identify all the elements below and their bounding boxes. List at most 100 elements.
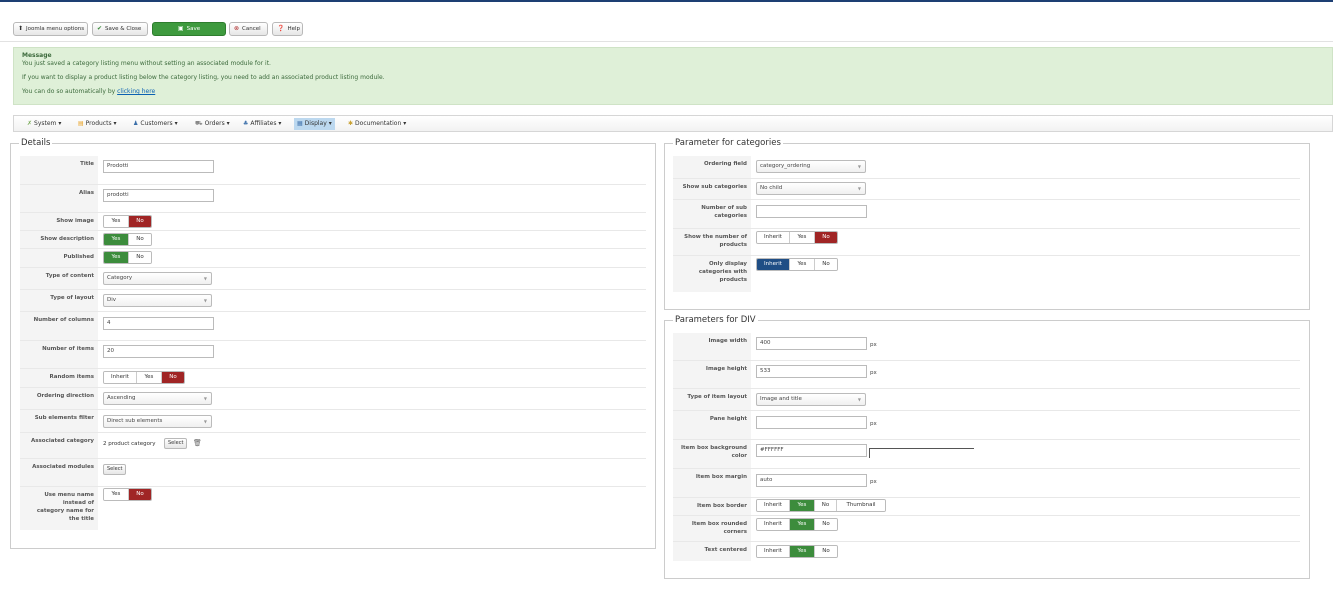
- doc-icon: ✱: [348, 120, 354, 127]
- sub-elements-select[interactable]: Direct sub elements ▼: [103, 415, 212, 428]
- nav-orders[interactable]: ⛟ Orders ▾: [192, 118, 233, 130]
- ordering-field-select[interactable]: category_ordering ▼: [756, 160, 866, 173]
- pane-height-label: Pane height: [673, 411, 751, 439]
- wrench-icon: ✗: [27, 120, 33, 127]
- div-row-sep: [673, 439, 1300, 440]
- assoc-modules-label: Associated modules: [20, 459, 98, 486]
- show-image-toggle[interactable]: Yes No: [103, 215, 152, 228]
- display-icon: ▦: [297, 120, 303, 127]
- help-icon: ❓: [277, 25, 285, 32]
- num-columns-label: Number of columns: [20, 312, 98, 340]
- assoc-category-value: 2 product category: [103, 441, 156, 447]
- details-row-sep: [20, 212, 646, 213]
- show-description-toggle[interactable]: Yes No: [103, 233, 152, 246]
- text-centered-toggle[interactable]: Inherit Yes No: [756, 545, 838, 558]
- only-display-label: Only display categories with products: [673, 256, 751, 292]
- ordering-direction-label: Ordering direction: [20, 388, 98, 409]
- num-sub-categories-label: Number of sub categories: [673, 200, 751, 228]
- type-layout-label: Type of layout: [20, 290, 98, 311]
- nav-customers[interactable]: ♟ Customers ▾: [130, 118, 181, 130]
- use-menu-name-toggle[interactable]: Yes No: [103, 488, 152, 501]
- pane-height-input[interactable]: [756, 416, 867, 429]
- chevron-down-icon: ▼: [857, 164, 861, 169]
- alias-input[interactable]: prodotti: [103, 189, 214, 202]
- image-width-input[interactable]: 400: [756, 337, 867, 350]
- published-toggle[interactable]: Yes No: [103, 251, 152, 264]
- toolbar-divider: [0, 41, 1333, 42]
- item-box-margin-label: Item box margin: [673, 469, 751, 497]
- title-input[interactable]: Prodotti: [103, 160, 214, 173]
- details-legend: Details: [19, 138, 53, 149]
- show-num-products-label: Show the number of products: [673, 229, 751, 255]
- use-menu-name-label: Use menu name instead of category name f…: [20, 487, 98, 530]
- category-row-sep: [673, 228, 1300, 229]
- chevron-down-icon: ▼: [203, 276, 207, 281]
- details-row-sep: [20, 230, 646, 231]
- trash-icon[interactable]: 🗑: [193, 439, 202, 447]
- show-num-products-toggle[interactable]: Inherit Yes No: [756, 231, 838, 244]
- nav-affiliates[interactable]: ♣ Affiliates ▾: [240, 118, 284, 130]
- chevron-down-icon: ▼: [857, 397, 861, 402]
- save-icon: ▣: [177, 25, 184, 32]
- type-content-select[interactable]: Category ▼: [103, 272, 212, 285]
- image-height-input[interactable]: 533: [756, 365, 867, 378]
- item-box-rounded-label: Item box rounded corners: [673, 516, 751, 541]
- toolbar: ⬆ Joomla menu options ✔ Save & Close ▣ Save…: [0, 19, 1333, 41]
- users-icon: ♟: [133, 120, 139, 127]
- only-display-toggle[interactable]: Inherit Yes No: [756, 258, 838, 271]
- item-layout-select[interactable]: Image and title ▼: [756, 393, 866, 406]
- save-button[interactable]: ▣ Save: [152, 22, 226, 36]
- bg-color-input[interactable]: #FFFFFF: [756, 444, 867, 457]
- details-row-sep: [20, 409, 646, 410]
- text-centered-label: Text centered: [673, 542, 751, 561]
- div-row-sep: [673, 410, 1300, 411]
- div-row-sep: [673, 497, 1300, 498]
- type-layout-select[interactable]: Div ▼: [103, 294, 212, 307]
- show-image-label: Show image: [20, 213, 98, 230]
- num-columns-input[interactable]: 4: [103, 317, 214, 330]
- menu-options-button[interactable]: ⬆ Joomla menu options: [13, 22, 88, 36]
- sub-elements-label: Sub elements filter: [20, 410, 98, 432]
- item-box-border-label: Item box border: [673, 498, 751, 515]
- bg-color-label: Item box background color: [673, 440, 751, 468]
- details-row-sep: [20, 340, 646, 341]
- help-button[interactable]: ❓ Help: [272, 22, 303, 36]
- details-row-sep: [20, 248, 646, 249]
- cancel-icon: ⊗: [234, 25, 240, 32]
- chevron-down-icon: ▼: [203, 396, 207, 401]
- ordering-direction-select[interactable]: Ascending ▼: [103, 392, 212, 405]
- nav-display[interactable]: ▦ Display ▾: [294, 118, 335, 130]
- color-picker-swatch[interactable]: [869, 448, 974, 458]
- details-row-sep: [20, 486, 646, 487]
- num-items-input[interactable]: 20: [103, 345, 214, 358]
- show-sub-categories-select[interactable]: No child ▼: [756, 182, 866, 195]
- cart-icon: ⛟: [195, 120, 203, 127]
- chevron-down-icon: ▼: [203, 298, 207, 303]
- details-row-sep: [20, 368, 646, 369]
- nav-system[interactable]: ✗ System ▾: [24, 118, 64, 130]
- assoc-modules-select-button[interactable]: Select: [103, 464, 127, 475]
- clicking-here-link[interactable]: clicking here: [117, 88, 155, 95]
- chevron-down-icon: ▼: [203, 419, 207, 424]
- save-close-button[interactable]: ✔ Save & Close: [92, 22, 148, 36]
- nav-products[interactable]: ▤ Products ▾: [75, 118, 120, 130]
- nav-documentation[interactable]: ✱ Documentation ▾: [345, 118, 409, 130]
- px-unit: px: [870, 421, 877, 427]
- item-box-rounded-toggle[interactable]: Inherit Yes No: [756, 518, 838, 531]
- category-row-sep: [673, 255, 1300, 256]
- item-box-border-toggle[interactable]: Inherit Yes No Thumbnail: [756, 499, 886, 512]
- div-row-sep: [673, 541, 1300, 542]
- cancel-button[interactable]: ⊗ Cancel: [229, 22, 268, 36]
- div-row-sep: [673, 388, 1300, 389]
- category-row-sep: [673, 178, 1300, 179]
- details-row-sep: [20, 387, 646, 388]
- random-items-toggle[interactable]: Inherit Yes No: [103, 371, 185, 384]
- assoc-category-select-button[interactable]: Select: [164, 438, 188, 449]
- div-params-legend: Parameters for DIV: [673, 315, 758, 326]
- item-box-margin-input[interactable]: auto: [756, 474, 867, 487]
- alias-label: Alias: [20, 185, 98, 212]
- show-description-label: Show description: [20, 231, 98, 248]
- details-row-sep: [20, 184, 646, 185]
- num-sub-categories-input[interactable]: [756, 205, 867, 218]
- px-unit: px: [870, 370, 877, 376]
